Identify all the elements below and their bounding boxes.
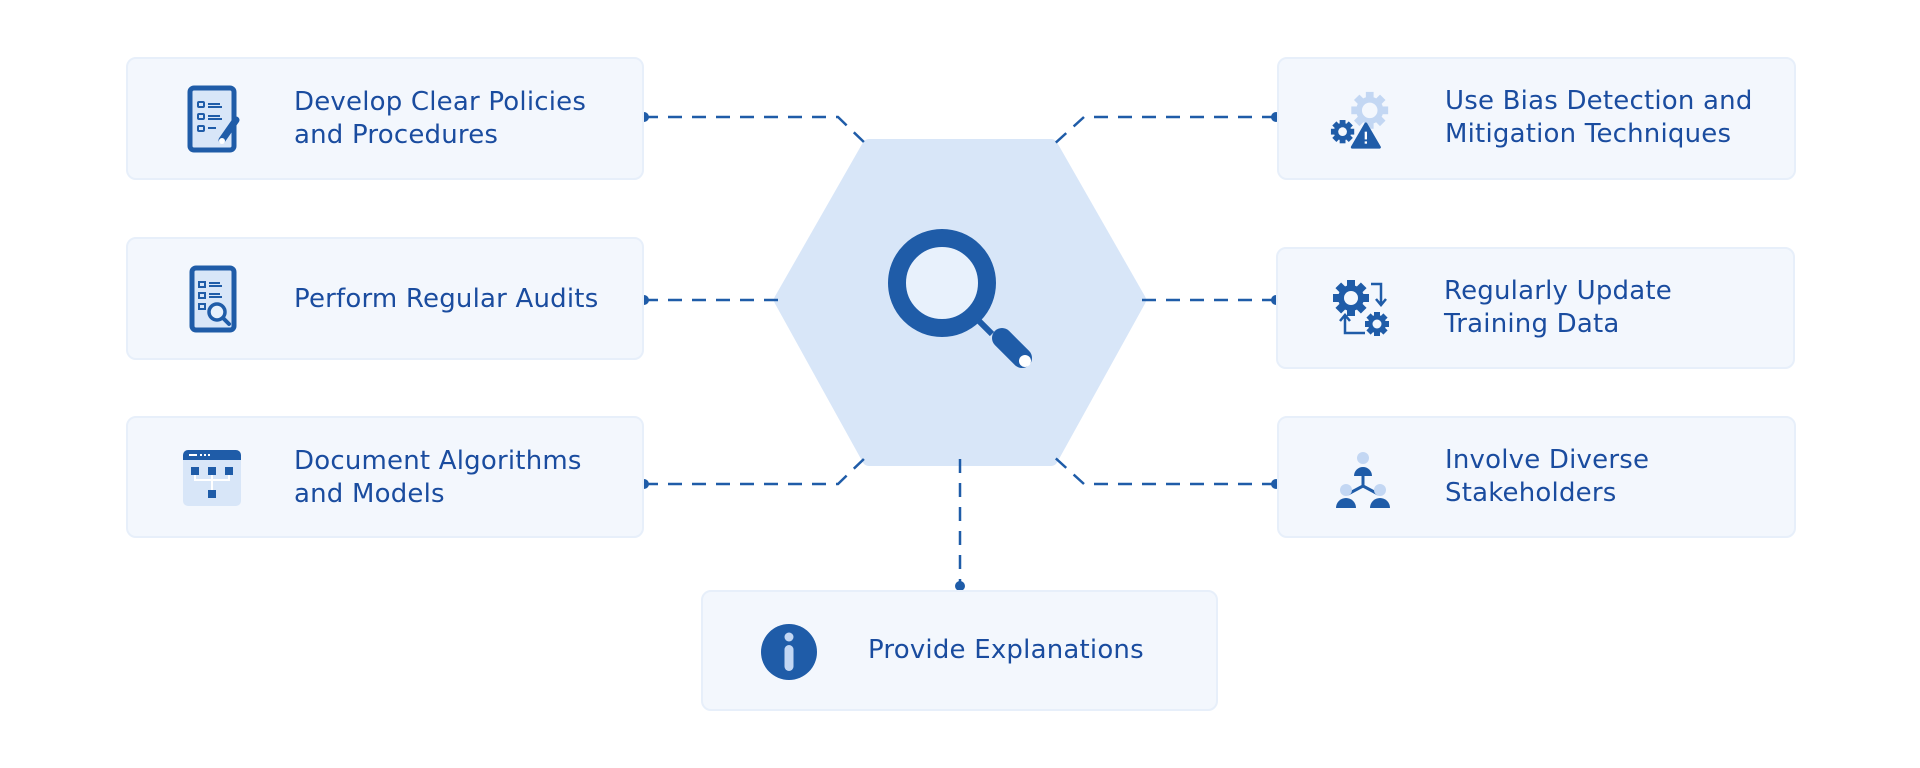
item-perform-audits[interactable]: Perform Regular Audits [126,237,644,360]
item-label: Document Algorithms and Models [294,446,582,509]
item-label: Perform Regular Audits [294,284,599,314]
audit-checklist-icon [182,265,246,333]
gear-warning-icon [1329,89,1393,153]
connector-develop-policies [644,115,869,147]
flowchart-window-icon [180,446,244,510]
item-provide-explanations[interactable]: Provide Explanations [701,590,1218,711]
connector-bias-detection [1051,115,1276,147]
info-icon [757,620,821,684]
item-label: Provide Explanations [868,635,1144,665]
item-update-training-data[interactable]: Regularly Update Training Data [1276,247,1795,369]
item-label: Develop Clear Policies and Procedures [294,87,587,150]
checklist-pen-icon [182,85,246,153]
item-label: Regularly Update Training Data [1444,276,1672,339]
item-document-algorithms[interactable]: Document Algorithms and Models [126,416,644,538]
item-diverse-stakeholders[interactable]: Involve Diverse Stakeholders [1277,416,1796,538]
item-bias-detection[interactable]: Use Bias Detection and Mitigation Techniq… [1277,57,1796,180]
item-label: Use Bias Detection and Mitigation Techniq… [1445,86,1753,149]
connector-document-algorithms [644,454,869,486]
gears-refresh-icon [1330,277,1394,341]
people-network-icon [1331,448,1395,512]
item-label: Involve Diverse Stakeholders [1445,445,1650,508]
item-develop-policies[interactable]: Develop Clear Policies and Procedures [126,57,644,180]
connector-diverse-stakeholders [1051,454,1276,486]
